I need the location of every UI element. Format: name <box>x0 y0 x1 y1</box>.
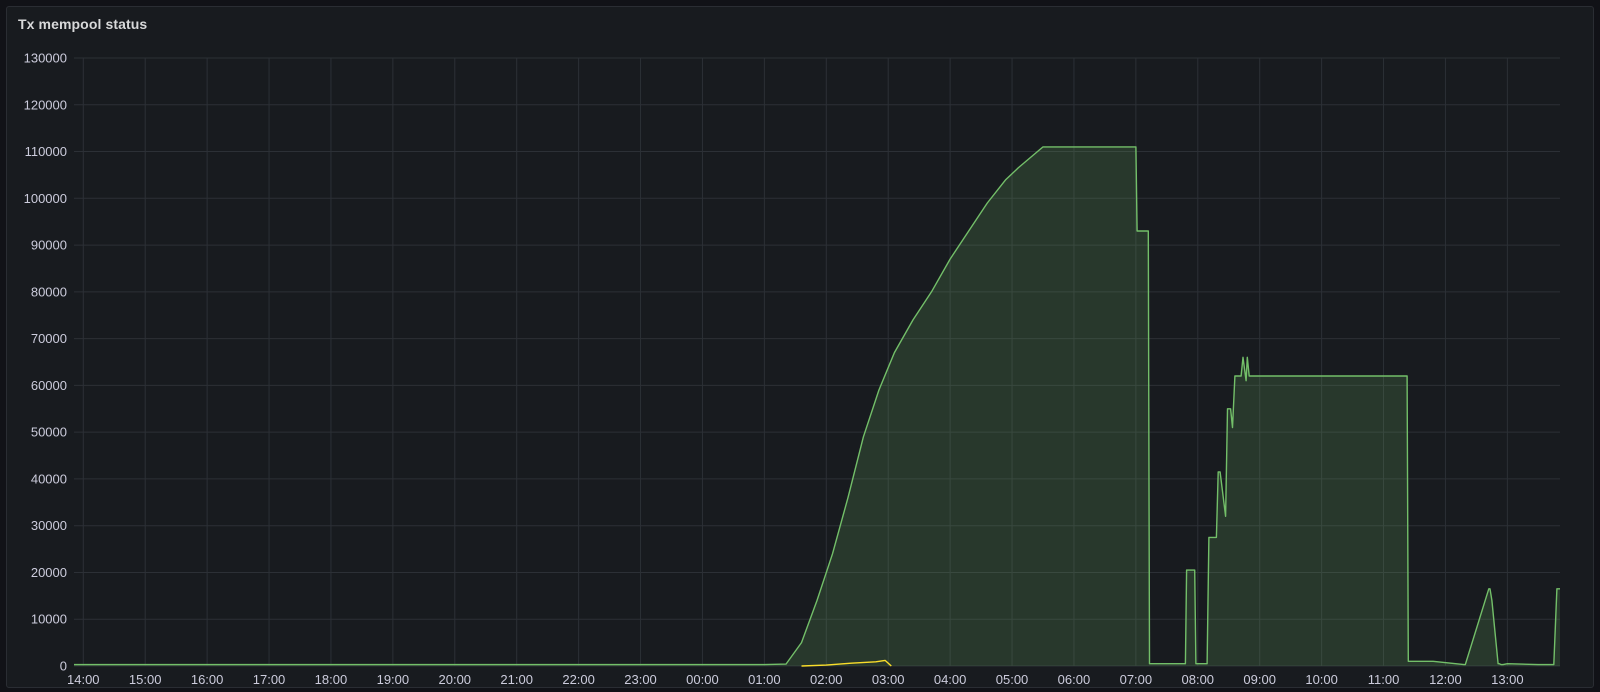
x-tick-label: 21:00 <box>500 672 533 687</box>
timeseries-chart: 0 10000 20000 30000 40000 50000 60000 70000 8000… <box>24 51 1560 687</box>
y-tick-label: 100000 <box>24 191 67 206</box>
y-tick-label: 120000 <box>24 97 67 112</box>
x-tick-label: 10:00 <box>1305 672 1338 687</box>
y-tick-label: 40000 <box>31 471 67 486</box>
y-tick-label: 90000 <box>31 238 67 253</box>
x-tick-label: 23:00 <box>624 672 657 687</box>
x-tick-label: 01:00 <box>748 672 781 687</box>
x-tick-label: 18:00 <box>315 672 348 687</box>
y-tick-label: 60000 <box>31 378 67 393</box>
x-tick-label: 17:00 <box>253 672 286 687</box>
x-tick-label: 00:00 <box>686 672 719 687</box>
y-tick-label: 70000 <box>31 331 67 346</box>
y-tick-label: 110000 <box>25 144 67 159</box>
x-tick-label: 11:00 <box>1368 672 1400 687</box>
x-tick-label: 14:00 <box>67 672 100 687</box>
x-tick-label: 05:00 <box>996 672 1029 687</box>
y-tick-label: 0 <box>60 659 67 674</box>
y-tick-label: 130000 <box>24 51 67 66</box>
x-tick-label: 15:00 <box>129 672 162 687</box>
x-tick-label: 16:00 <box>191 672 224 687</box>
x-tick-label: 08:00 <box>1182 672 1215 687</box>
series-area-fill <box>74 146 1560 666</box>
y-tick-label: 20000 <box>31 565 67 580</box>
x-tick-label: 20:00 <box>439 672 472 687</box>
x-tick-label: 06:00 <box>1058 672 1091 687</box>
y-tick-label: 50000 <box>31 425 67 440</box>
series-layer <box>74 146 1560 667</box>
x-axis: 14:00 15:00 16:00 17:00 18:00 19:00 20:00 21:00… <box>67 672 1524 687</box>
x-tick-label: 02:00 <box>810 672 843 687</box>
y-axis: 0 10000 20000 30000 40000 50000 60000 70000 8000… <box>24 51 67 674</box>
x-tick-label: 07:00 <box>1120 672 1153 687</box>
x-tick-label: 19:00 <box>377 672 410 687</box>
y-tick-label: 10000 <box>31 612 67 627</box>
x-tick-label: 22:00 <box>562 672 595 687</box>
x-tick-label: 09:00 <box>1243 672 1276 687</box>
y-tick-label: 80000 <box>31 284 67 299</box>
y-tick-label: 30000 <box>31 518 67 533</box>
x-tick-label: 03:00 <box>872 672 905 687</box>
x-tick-label: 13:00 <box>1491 672 1524 687</box>
x-tick-label: 04:00 <box>934 672 967 687</box>
x-tick-label: 12:00 <box>1429 672 1462 687</box>
